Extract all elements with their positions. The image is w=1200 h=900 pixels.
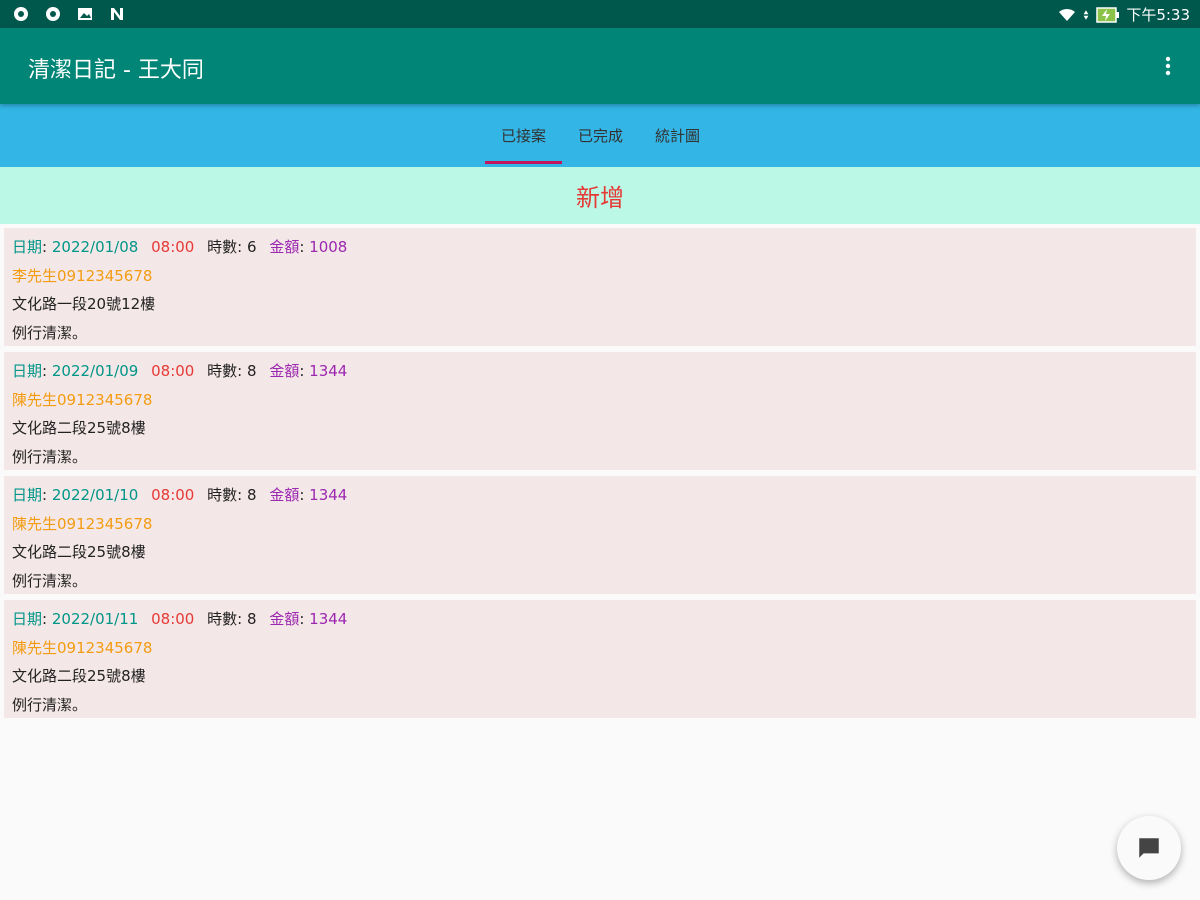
tab-indicator (485, 161, 562, 164)
date-label: 日期 (12, 238, 43, 256)
colon: : (237, 238, 243, 256)
time-value: 08:00 (151, 362, 195, 380)
note: 例行清潔。 (12, 324, 88, 342)
amount-label: 金額 (269, 486, 300, 504)
tab-accepted[interactable]: 已接案 (485, 104, 562, 167)
date-value: 2022/01/11 (51, 610, 139, 628)
app-bar: 清潔日記 - 王大同 (0, 28, 1200, 104)
address: 文化路一段20號12樓 (12, 295, 156, 313)
hours-label: 時數 (207, 238, 238, 256)
tab-bar: 已接案 已完成 統計圖 (0, 104, 1200, 167)
image-icon (78, 8, 92, 20)
note: 例行清潔。 (12, 448, 88, 466)
vpn-icon (14, 7, 28, 21)
hours-label: 時數 (207, 610, 238, 628)
date-label: 日期 (12, 610, 43, 628)
status-system-icons: 下午5:33 (1058, 4, 1190, 25)
tab-completed[interactable]: 已完成 (562, 104, 639, 167)
add-button[interactable]: 新增 (0, 167, 1200, 224)
colon: : (299, 610, 305, 628)
date-value: 2022/01/10 (51, 486, 139, 504)
amount-label: 金額 (269, 238, 300, 256)
amount-label: 金額 (269, 362, 300, 380)
amount-value: 1008 (309, 238, 348, 256)
amount-value: 1344 (309, 610, 348, 628)
colon: : (42, 238, 48, 256)
colon: : (237, 610, 243, 628)
list-item[interactable]: 日期: 2022/01/08 08:00 時數: 6 金額: 1008 李先生0… (4, 228, 1196, 346)
list-item[interactable]: 日期: 2022/01/10 08:00 時數: 8 金額: 1344 陳先生0… (4, 476, 1196, 594)
amount-value: 1344 (309, 486, 348, 504)
colon: : (42, 362, 48, 380)
vpn-icon (46, 7, 60, 21)
list-item[interactable]: 日期: 2022/01/11 08:00 時數: 8 金額: 1344 陳先生0… (4, 600, 1196, 718)
colon: : (237, 486, 243, 504)
date-label: 日期 (12, 486, 43, 504)
colon: : (299, 238, 305, 256)
contact: 陳先生0912345678 (12, 515, 153, 533)
hours-value: 8 (246, 486, 257, 504)
signal-icon (1083, 9, 1089, 20)
hours-value: 6 (246, 238, 257, 256)
card-info-line: 日期: 2022/01/10 08:00 時數: 8 金額: 1344 (12, 484, 347, 505)
amount-value: 1344 (309, 362, 348, 380)
card-info-line: 日期: 2022/01/08 08:00 時數: 6 金額: 1008 (12, 236, 347, 257)
note: 例行清潔。 (12, 696, 88, 714)
colon: : (42, 610, 48, 628)
date-value: 2022/01/08 (51, 238, 139, 256)
wifi-icon (1059, 8, 1076, 21)
time-value: 08:00 (151, 610, 195, 628)
hours-label: 時數 (207, 486, 238, 504)
tab-label: 已接案 (500, 127, 546, 145)
time-value: 08:00 (151, 486, 195, 504)
n-icon (111, 8, 123, 20)
colon: : (42, 486, 48, 504)
card-info-line: 日期: 2022/01/11 08:00 時數: 8 金額: 1344 (12, 608, 347, 629)
contact: 李先生0912345678 (12, 267, 153, 285)
chat-button[interactable] (1117, 816, 1181, 880)
card-info-line: 日期: 2022/01/09 08:00 時數: 8 金額: 1344 (12, 360, 347, 381)
address: 文化路二段25號8樓 (12, 543, 146, 561)
contact: 陳先生0912345678 (12, 391, 153, 409)
add-button-label: 新增 (576, 184, 624, 212)
app-title: 清潔日記 - 王大同 (28, 58, 204, 83)
tab-label: 已完成 (577, 127, 623, 145)
hours-value: 8 (246, 362, 257, 380)
more-vert-icon[interactable] (1156, 54, 1180, 78)
colon: : (299, 362, 305, 380)
hours-label: 時數 (207, 362, 238, 380)
chat-icon (1139, 838, 1159, 858)
date-label: 日期 (12, 362, 43, 380)
note: 例行清潔。 (12, 572, 88, 590)
address: 文化路二段25號8樓 (12, 419, 146, 437)
colon: : (299, 486, 305, 504)
colon: : (237, 362, 243, 380)
status-time: 下午5:33 (1126, 6, 1190, 24)
status-bar: 下午5:33 (0, 0, 1200, 28)
time-value: 08:00 (151, 238, 195, 256)
tab-statistics[interactable]: 統計圖 (639, 104, 716, 167)
battery-charging-icon (1096, 6, 1120, 23)
address: 文化路二段25號8樓 (12, 667, 146, 685)
status-notification-icons (12, 5, 126, 23)
date-value: 2022/01/09 (51, 362, 139, 380)
amount-label: 金額 (269, 610, 300, 628)
list-item[interactable]: 日期: 2022/01/09 08:00 時數: 8 金額: 1344 陳先生0… (4, 352, 1196, 470)
tab-label: 統計圖 (654, 127, 700, 145)
hours-value: 8 (246, 610, 257, 628)
contact: 陳先生0912345678 (12, 639, 153, 657)
